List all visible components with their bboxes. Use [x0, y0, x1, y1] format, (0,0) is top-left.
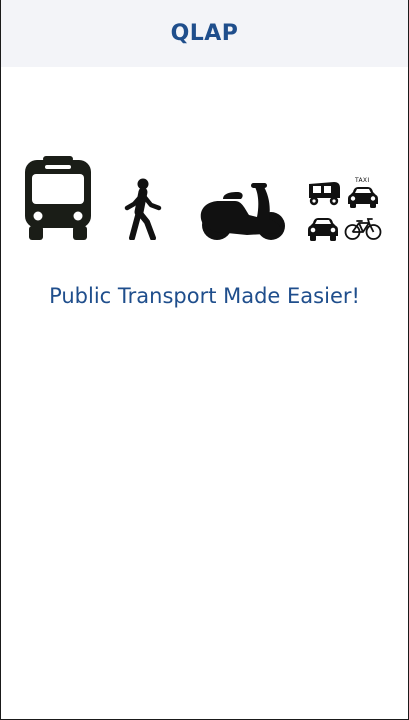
app-title: QLAP [170, 21, 239, 46]
scooter-icon [200, 183, 285, 240]
transport-icons: TAXI [1, 150, 408, 250]
app-header: QLAP [1, 0, 408, 67]
bicycle-icon [344, 218, 382, 240]
tagline: Public Transport Made Easier! [49, 284, 360, 308]
auto-rickshaw-icon [309, 182, 340, 206]
taxi-sign: TAXI [355, 177, 370, 184]
pedestrian-icon [124, 178, 162, 240]
car-icon [308, 218, 338, 241]
bus-icon [25, 156, 91, 240]
app-screen: QLAP TAXI Public Transport Made Easier! [0, 0, 409, 720]
taxi-icon [348, 187, 378, 208]
